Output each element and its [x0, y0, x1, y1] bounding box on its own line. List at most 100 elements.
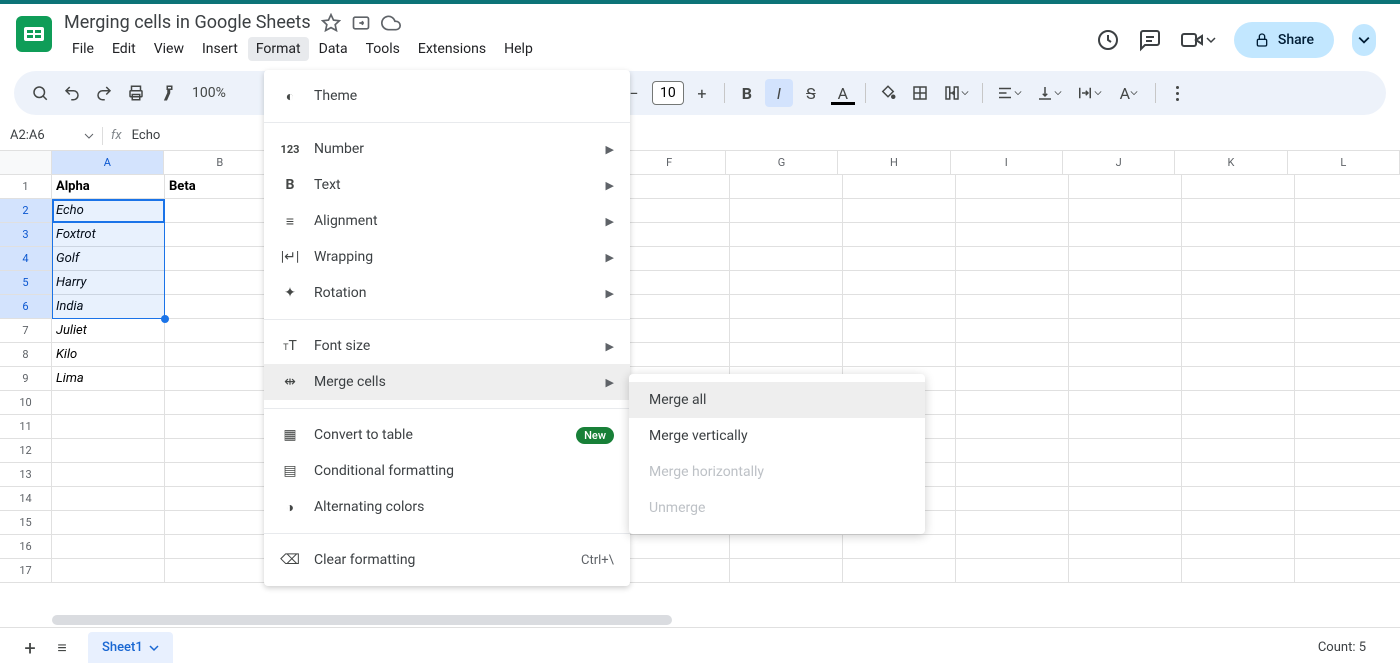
- zoom-level[interactable]: 100%: [186, 85, 232, 101]
- row-header-17[interactable]: 17: [0, 559, 52, 583]
- strikethrough-icon[interactable]: S: [797, 79, 825, 107]
- history-icon[interactable]: [1096, 28, 1120, 52]
- cell-b6[interactable]: [165, 295, 278, 319]
- menu-format[interactable]: Format: [248, 37, 309, 61]
- cell-h5[interactable]: [843, 271, 956, 295]
- cell-k10[interactable]: [1182, 391, 1295, 415]
- cell-a4[interactable]: Golf: [52, 247, 165, 271]
- cell-f8[interactable]: [617, 343, 730, 367]
- star-icon[interactable]: [321, 13, 341, 33]
- cell-h6[interactable]: [843, 295, 956, 319]
- cell-k2[interactable]: [1182, 199, 1295, 223]
- cell-a2[interactable]: Echo: [52, 199, 165, 223]
- cell-i4[interactable]: [956, 247, 1069, 271]
- cell-b2[interactable]: [165, 199, 278, 223]
- cell-f16[interactable]: [617, 535, 730, 559]
- cell-a5[interactable]: Harry: [52, 271, 165, 295]
- format-merge-cells[interactable]: ⇹Merge cells▶: [264, 364, 630, 400]
- text-color-icon[interactable]: A: [829, 79, 857, 107]
- cell-b12[interactable]: [165, 439, 278, 463]
- cell-i1[interactable]: [956, 175, 1069, 199]
- cell-j6[interactable]: [1069, 295, 1182, 319]
- cell-i11[interactable]: [956, 415, 1069, 439]
- sheet-tab-1[interactable]: Sheet1: [88, 632, 173, 663]
- cell-h8[interactable]: [843, 343, 956, 367]
- cell-k11[interactable]: [1182, 415, 1295, 439]
- cell-l11[interactable]: [1295, 415, 1400, 439]
- cell-b9[interactable]: [165, 367, 278, 391]
- col-header-f[interactable]: F: [614, 151, 726, 175]
- meet-icon[interactable]: [1180, 28, 1216, 52]
- cell-g1[interactable]: [730, 175, 843, 199]
- sheets-logo[interactable]: [16, 16, 52, 52]
- format-wrapping[interactable]: |↵|Wrapping▶: [264, 239, 630, 275]
- cell-j7[interactable]: [1069, 319, 1182, 343]
- formula-bar[interactable]: Echo: [132, 128, 161, 143]
- format-convert-table[interactable]: ▦Convert to tableNew: [264, 417, 630, 453]
- cell-l6[interactable]: [1295, 295, 1400, 319]
- cell-i7[interactable]: [956, 319, 1069, 343]
- cell-f4[interactable]: [617, 247, 730, 271]
- format-theme[interactable]: ◐Theme: [264, 78, 630, 114]
- cell-k17[interactable]: [1182, 559, 1295, 583]
- cell-b11[interactable]: [165, 415, 278, 439]
- col-header-j[interactable]: J: [1063, 151, 1175, 175]
- cell-g4[interactable]: [730, 247, 843, 271]
- cell-h1[interactable]: [843, 175, 956, 199]
- document-title[interactable]: Merging cells in Google Sheets: [64, 12, 311, 33]
- cell-g16[interactable]: [730, 535, 843, 559]
- cell-b14[interactable]: [165, 487, 278, 511]
- cell-a15[interactable]: [52, 511, 165, 535]
- row-header-7[interactable]: 7: [0, 319, 52, 343]
- cell-l15[interactable]: [1295, 511, 1400, 535]
- menu-view[interactable]: View: [146, 37, 192, 61]
- cell-l8[interactable]: [1295, 343, 1400, 367]
- cell-h16[interactable]: [843, 535, 956, 559]
- cell-f1[interactable]: [617, 175, 730, 199]
- format-conditional[interactable]: ▤Conditional formatting: [264, 453, 630, 489]
- vertical-align-icon[interactable]: [1031, 79, 1067, 107]
- cell-g17[interactable]: [730, 559, 843, 583]
- selection-count[interactable]: Count: 5: [1318, 640, 1386, 655]
- cell-b7[interactable]: [165, 319, 278, 343]
- cell-a10[interactable]: [52, 391, 165, 415]
- cell-k16[interactable]: [1182, 535, 1295, 559]
- cell-f6[interactable]: [617, 295, 730, 319]
- format-alignment[interactable]: ≡Alignment▶: [264, 203, 630, 239]
- cell-a16[interactable]: [52, 535, 165, 559]
- row-header-13[interactable]: 13: [0, 463, 52, 487]
- cell-l12[interactable]: [1295, 439, 1400, 463]
- bold-icon[interactable]: B: [733, 79, 761, 107]
- cell-k6[interactable]: [1182, 295, 1295, 319]
- cell-f2[interactable]: [617, 199, 730, 223]
- cell-l1[interactable]: [1295, 175, 1400, 199]
- cell-a1[interactable]: Alpha: [52, 175, 165, 199]
- share-dropdown[interactable]: [1352, 24, 1376, 56]
- cell-h17[interactable]: [843, 559, 956, 583]
- cell-b17[interactable]: [165, 559, 278, 583]
- cell-h4[interactable]: [843, 247, 956, 271]
- cell-b4[interactable]: [165, 247, 278, 271]
- cell-g8[interactable]: [730, 343, 843, 367]
- cell-a17[interactable]: [52, 559, 165, 583]
- format-rotation[interactable]: ✦Rotation▶: [264, 275, 630, 311]
- cell-l10[interactable]: [1295, 391, 1400, 415]
- cell-i17[interactable]: [956, 559, 1069, 583]
- cell-b1[interactable]: Beta: [165, 175, 278, 199]
- paint-format-icon[interactable]: [154, 79, 182, 107]
- cell-i6[interactable]: [956, 295, 1069, 319]
- font-size-input[interactable]: [652, 81, 684, 105]
- cell-l2[interactable]: [1295, 199, 1400, 223]
- row-header-16[interactable]: 16: [0, 535, 52, 559]
- cell-b13[interactable]: [165, 463, 278, 487]
- cell-a12[interactable]: [52, 439, 165, 463]
- cell-l7[interactable]: [1295, 319, 1400, 343]
- cell-g7[interactable]: [730, 319, 843, 343]
- italic-icon[interactable]: I: [765, 79, 793, 107]
- col-header-i[interactable]: I: [951, 151, 1063, 175]
- font-size-increase[interactable]: +: [688, 79, 716, 107]
- cell-i16[interactable]: [956, 535, 1069, 559]
- row-header-3[interactable]: 3: [0, 223, 52, 247]
- cell-h7[interactable]: [843, 319, 956, 343]
- merge-all[interactable]: Merge all: [629, 382, 925, 418]
